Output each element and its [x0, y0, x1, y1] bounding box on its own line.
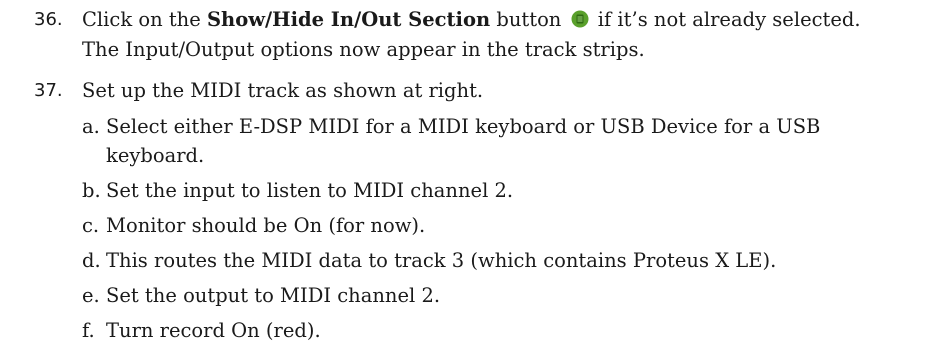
substep-letter: f.	[82, 319, 95, 342]
substep-letter: c.	[82, 214, 100, 237]
substep-letter: a.	[82, 115, 100, 138]
substep-f-line-1: Turn record On (red).	[106, 319, 321, 342]
substep-e-line-1: Set the output to MIDI channel 2.	[106, 284, 441, 307]
step-number: 36.	[34, 9, 63, 30]
step-36-line-2: The Input/Output options now appear in t…	[82, 38, 645, 61]
green-list-icon	[570, 9, 590, 29]
step-36-text-mid: button	[490, 8, 568, 31]
substep-a-line-1: Select either E-DSP MIDI for a MIDI keyb…	[106, 115, 821, 138]
show-hide-section-label: Show/Hide In/Out Section	[206, 8, 491, 31]
substep-letter: d.	[82, 249, 101, 272]
substep-b-line-1: Set the input to listen to MIDI channel …	[106, 179, 514, 202]
step-36-text-post: if it’s not already selected.	[591, 8, 861, 31]
substep-c-line-1: Monitor should be On (for now).	[106, 214, 426, 237]
substep-letter: b.	[82, 179, 101, 202]
step-36-line-1: Click on the Show/Hide In/Out Section bu…	[82, 6, 861, 34]
step-36-text-pre: Click on the	[82, 8, 207, 31]
step-number: 37.	[34, 80, 63, 101]
instruction-page: 36. Click on the Show/Hide In/Out Sectio…	[0, 0, 941, 364]
substep-d-line-1: This routes the MIDI data to track 3 (wh…	[106, 249, 777, 272]
substep-a-line-2: keyboard.	[106, 144, 205, 167]
step-37-line-1: Set up the MIDI track as shown at right.	[82, 79, 484, 102]
substep-letter: e.	[82, 284, 100, 307]
